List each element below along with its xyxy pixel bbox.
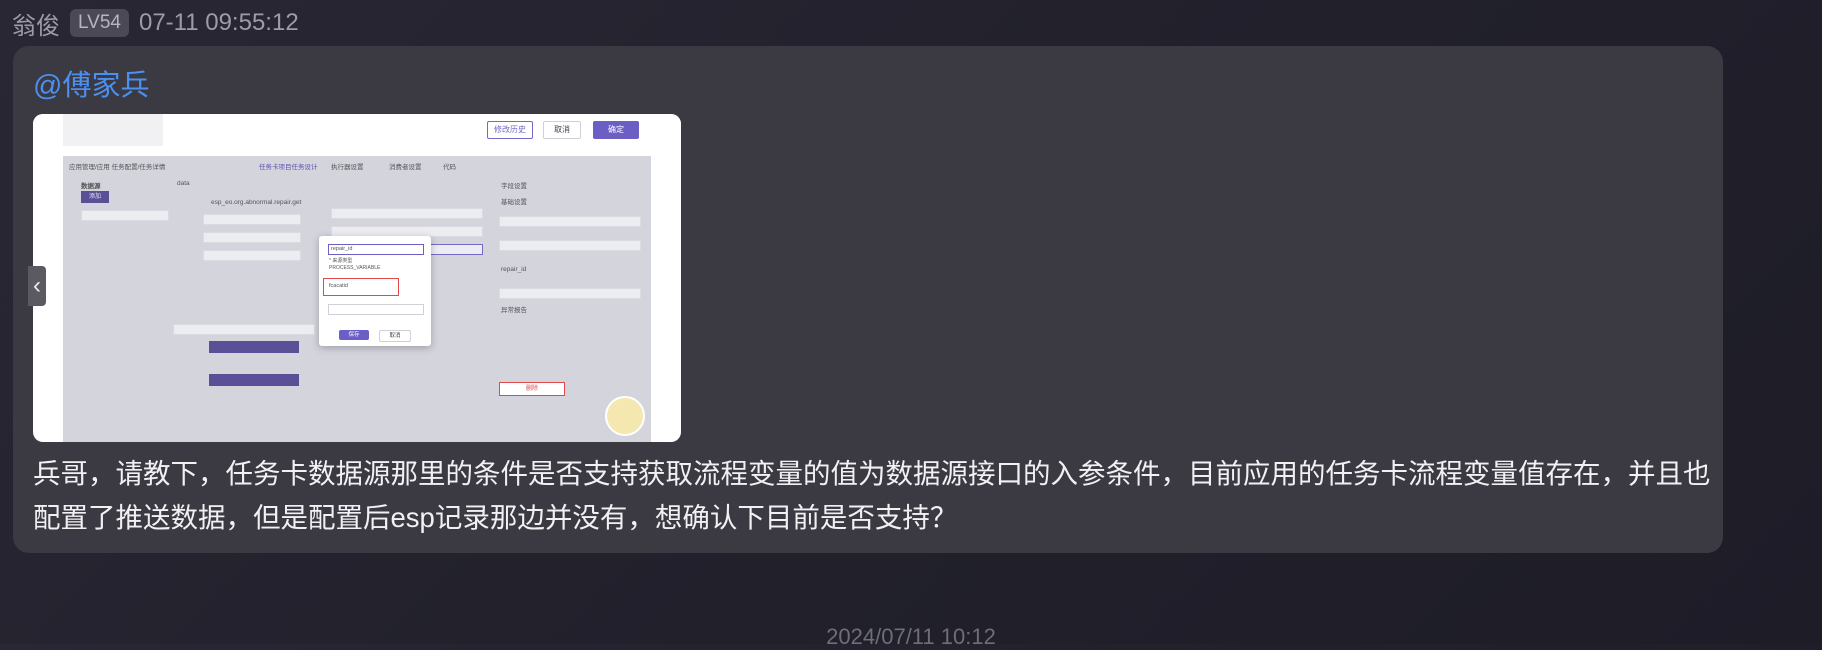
screenshot-logo xyxy=(63,114,163,146)
screenshot-tab-3: 消费者设置 xyxy=(389,164,422,171)
right-dataset-label: 异常报告 xyxy=(501,307,527,314)
sticker-image xyxy=(605,396,645,436)
add-condition-bar-2 xyxy=(209,374,299,386)
mention-link[interactable]: @傅家兵 xyxy=(33,62,149,104)
modal-extra-input xyxy=(328,304,424,315)
screenshot-tab-2: 执行器设置 xyxy=(331,164,364,171)
screenshot-topbar: 修改历史 取消 确定 xyxy=(33,114,681,156)
right-repair-value: repair_id xyxy=(501,266,527,273)
right-input-1 xyxy=(499,216,641,227)
history-button: 修改历史 xyxy=(487,121,533,139)
variable-modal: repair_id * 来源类型 PROCESS_VARIABLE fcacat… xyxy=(319,236,431,346)
panel-title: 数据源 xyxy=(81,183,101,190)
screenshot-breadcrumb: 应用管理/应用 任务配置/任务详情 xyxy=(69,164,166,171)
add-condition-bar-1 xyxy=(209,341,299,353)
field-name: data xyxy=(177,180,190,187)
left-list-item xyxy=(81,210,169,221)
screenshot-tab-1: 任务卡项目任务设计 xyxy=(259,164,318,171)
modal-field-input: repair_id xyxy=(328,244,424,255)
screenshot-tab-4: 代码 xyxy=(443,164,456,171)
api-url: esp_eo.org.abnormal.repair.get xyxy=(211,199,302,206)
message-timestamp: 07-11 09:55:12 xyxy=(138,9,299,36)
delete-field-button: 删除 xyxy=(499,382,565,396)
modal-cancel-button: 取消 xyxy=(379,330,411,342)
message-text: 兵哥，请教下，任务卡数据源那里的条件是否支持获取流程变量的值为数据源接口的入参条… xyxy=(33,458,1711,533)
modal-variable-value: fcacatid xyxy=(329,283,348,289)
confirm-button: 确定 xyxy=(593,121,639,139)
modal-type-value: PROCESS_VARIABLE xyxy=(329,265,381,271)
right-input-3 xyxy=(499,288,641,299)
date-separator: 2024/07/11 10:12 xyxy=(826,624,996,649)
modal-type-label: * 来源类型 xyxy=(329,258,353,264)
message-header: 翁俊 LV54 07-11 09:55:12 xyxy=(12,6,299,40)
right-panel-title: 字段设置 xyxy=(501,183,527,190)
condition-row xyxy=(173,324,315,335)
add-button: 添加 xyxy=(81,191,109,203)
attached-screenshot[interactable]: 修改历史 取消 确定 应用管理/应用 任务配置/任务详情 任务卡项目任务设计 执… xyxy=(33,114,681,442)
level-badge: LV54 xyxy=(70,9,129,37)
sender-name[interactable]: 翁俊 xyxy=(12,6,60,41)
field-row-3 xyxy=(203,250,301,261)
field-row-2 xyxy=(203,232,301,243)
table-row-1 xyxy=(331,208,483,219)
previous-image-button[interactable]: ‹ xyxy=(28,266,46,306)
right-panel-basic: 基础设置 xyxy=(501,199,527,206)
screenshot-main-area: 应用管理/应用 任务配置/任务详情 任务卡项目任务设计 执行器设置 消费者设置 … xyxy=(63,156,651,442)
cancel-button: 取消 xyxy=(543,121,581,139)
modal-save-button: 保存 xyxy=(339,330,369,340)
right-input-2 xyxy=(499,240,641,251)
field-row-1 xyxy=(203,214,301,225)
